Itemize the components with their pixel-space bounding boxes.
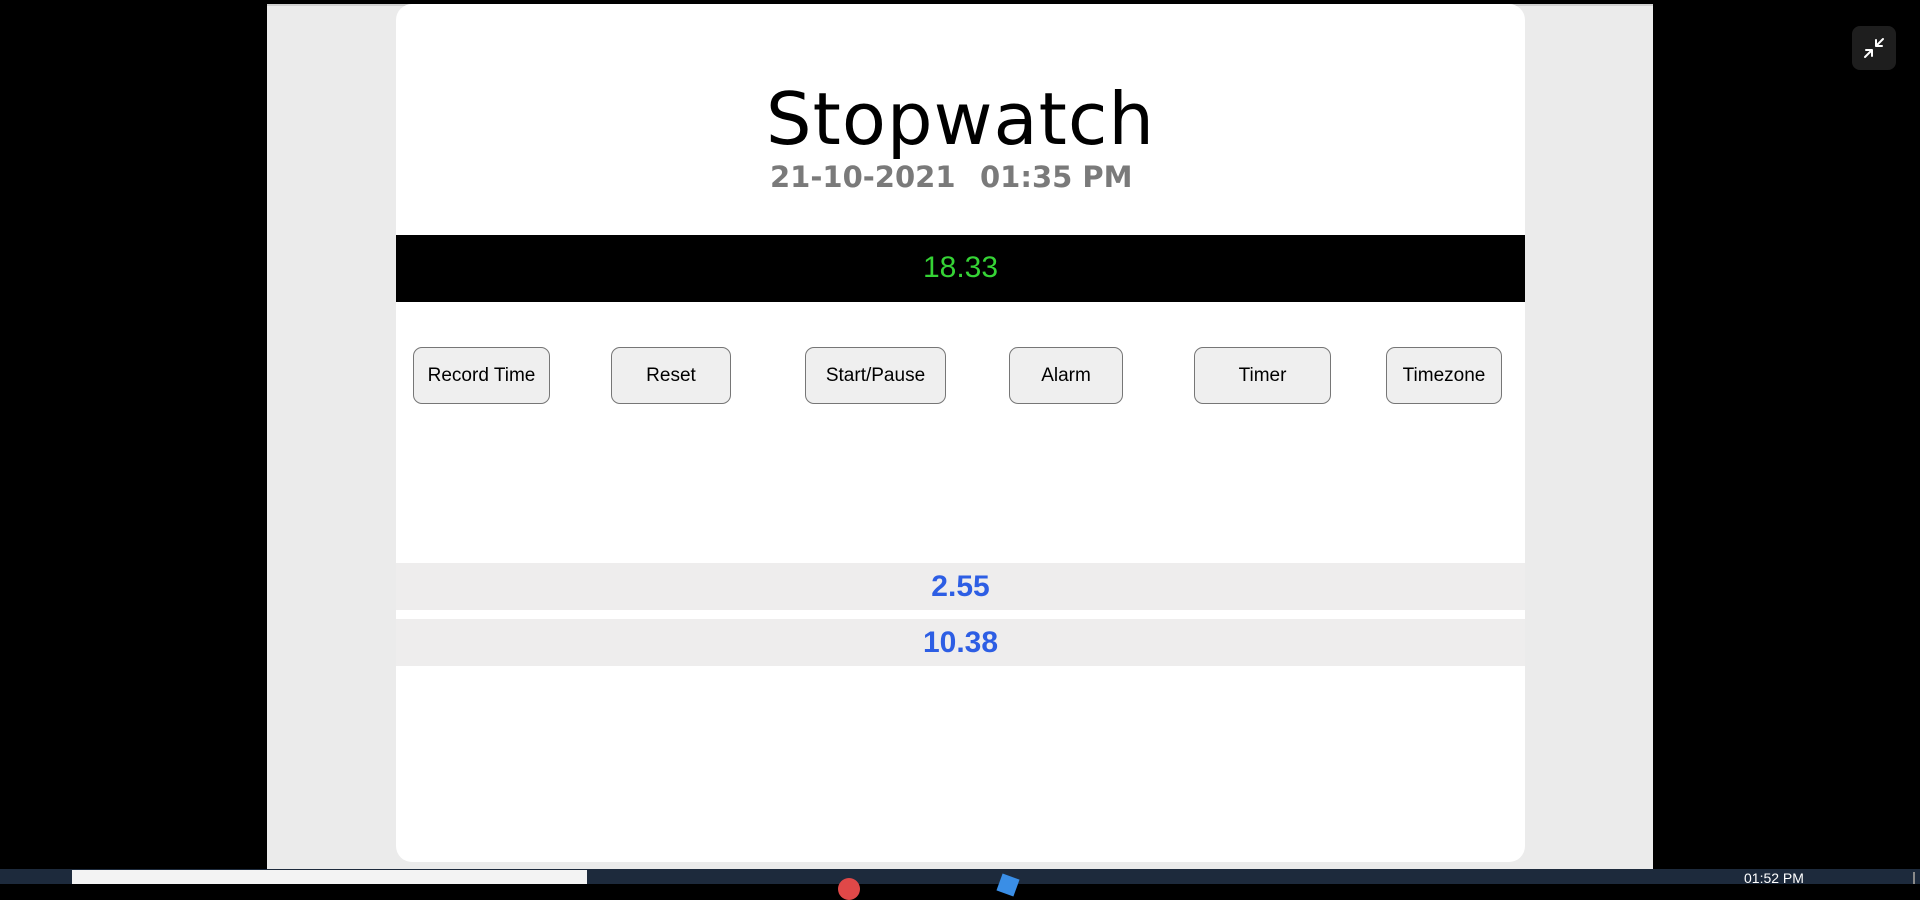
lap-record-row: 2.55	[396, 563, 1525, 610]
stopwatch-card: Stopwatch 21-10-2021 01:35 PM 18.33 Reco…	[396, 4, 1525, 862]
current-time: 01:35 PM	[980, 160, 1133, 194]
alarm-button[interactable]: Alarm	[1009, 347, 1123, 404]
show-desktop-button[interactable]	[1913, 872, 1915, 884]
os-taskbar: 01:52 PM	[0, 869, 1920, 900]
date-time-header: 21-10-2021 01:35 PM	[770, 160, 1133, 194]
reset-button[interactable]: Reset	[611, 347, 731, 404]
elapsed-time-readout: 18.33	[922, 251, 999, 284]
taskbar-search-box[interactable]	[72, 870, 587, 884]
exit-fullscreen-button[interactable]	[1852, 26, 1896, 70]
timezone-button[interactable]: Timezone	[1386, 347, 1502, 404]
start-pause-button[interactable]: Start/Pause	[805, 347, 946, 404]
browser-app-icon[interactable]	[838, 878, 860, 900]
stopwatch-display: 18.33	[396, 235, 1525, 302]
lap-record-row: 10.38	[396, 619, 1525, 666]
timer-button[interactable]: Timer	[1194, 347, 1331, 404]
page-title: Stopwatch	[765, 77, 1156, 161]
exit-fullscreen-icon	[1864, 38, 1884, 58]
taskbar-clock[interactable]: 01:52 PM	[1744, 871, 1804, 885]
browser-viewport: Stopwatch 21-10-2021 01:35 PM 18.33 Reco…	[0, 0, 1920, 869]
record-time-button[interactable]: Record Time	[413, 347, 550, 404]
current-date: 21-10-2021	[770, 160, 956, 194]
editor-app-icon[interactable]	[996, 873, 1020, 897]
